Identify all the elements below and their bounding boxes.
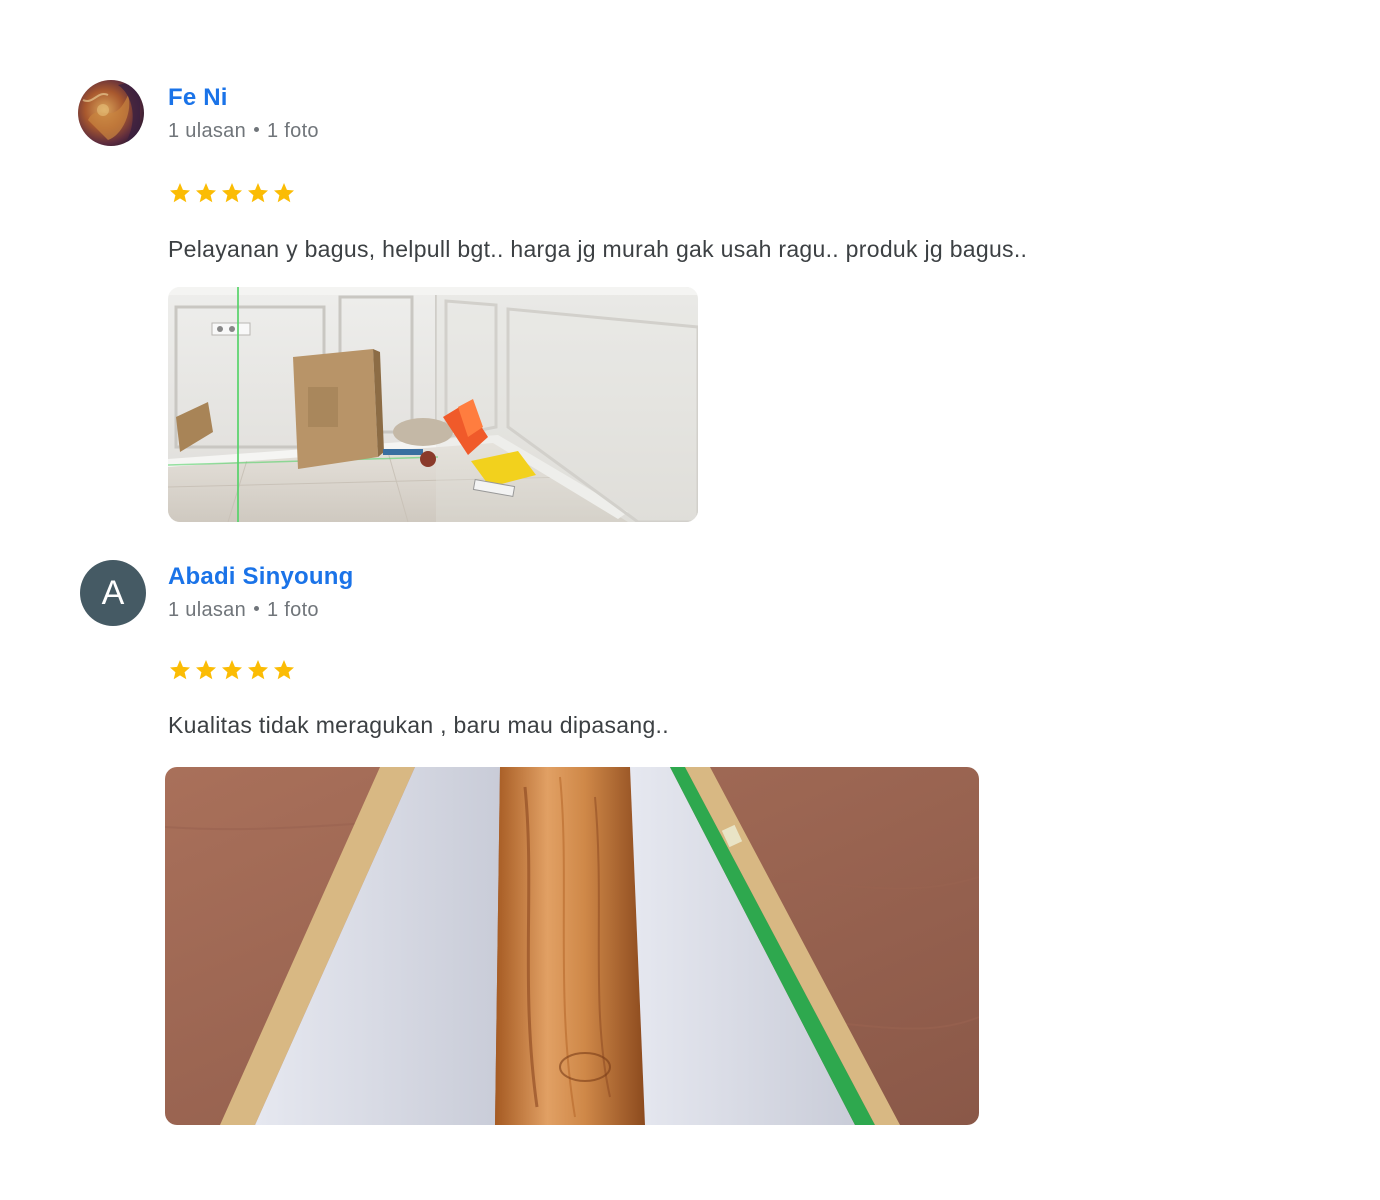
star-icon [222,660,242,680]
wood-roll-photo-icon [165,767,979,1125]
review-text: Kualitas tidak meragukan , baru mau dipa… [168,712,669,738]
review-photo[interactable] [168,287,698,522]
star-icon [274,183,294,203]
star-icon [222,183,242,203]
star-icon [274,660,294,680]
star-icon [248,183,268,203]
star-icon [170,183,190,203]
review-photo[interactable] [165,767,979,1125]
room-photo-icon [168,287,698,522]
star-icon [196,660,216,680]
star-icon [196,183,216,203]
star-icon [170,660,190,680]
review-count: 1 ulasan [168,599,247,621]
reviewer-name-link[interactable]: Fe Ni [168,84,228,112]
reviewer-avatar[interactable] [78,80,144,146]
star-rating [168,181,296,205]
photo-count: 1 foto [267,599,319,621]
separator-dot [254,127,260,133]
review-count: 1 ulasan [168,120,247,142]
reviewer-meta: 1 ulasan 1 foto [168,120,319,143]
reviewer-meta: 1 ulasan 1 foto [168,599,319,622]
separator-dot [254,606,260,612]
reviewer-name-link[interactable]: Abadi Sinyoung [168,563,353,591]
star-rating [168,658,296,682]
star-icon [248,660,268,680]
review-text: Pelayanan y bagus, helpull bgt.. harga j… [168,236,1028,262]
reviewer-avatar[interactable]: A [80,560,146,626]
photo-count: 1 foto [267,120,319,142]
